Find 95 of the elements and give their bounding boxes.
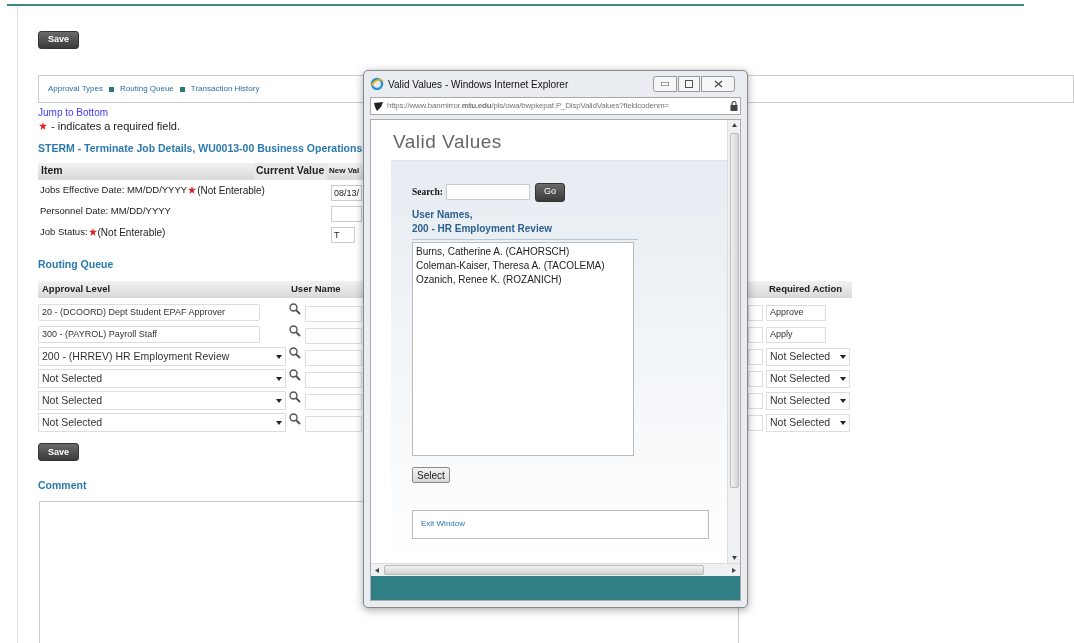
caret-icon [276,354,282,359]
list-caption: User Names, [412,207,474,222]
search-icon[interactable] [289,303,301,315]
input-field[interactable] [748,348,763,365]
browser-logo-icon [370,77,384,91]
approval-level-select[interactable]: Not Selected [38,369,286,388]
item-label: Jobs Effective Date: MM/DD/YYYY [40,183,188,198]
column-header: New Val [328,165,361,178]
column-header: User Name [287,280,364,298]
item-note: (Not Enterable) [97,225,166,240]
approval-level-select[interactable]: 200 - (HRREV) HR Employment Review [38,347,286,366]
caret-icon [276,376,282,381]
input-field[interactable] [748,326,763,343]
close-icon [713,80,723,88]
required-icon [39,122,47,130]
input-field[interactable] [748,392,763,409]
input-field[interactable]: 08/13/ [331,185,362,202]
user-name-field[interactable] [305,372,362,388]
url-text: https://www.banmirror.mtu.edu/pls/owa/bwpkepaf.P_DispValidValues?fieldcodenm= [387,100,670,112]
select-button[interactable]: Select [412,466,450,483]
required-action-field[interactable]: Approve [766,304,826,321]
separator-icon [179,86,185,92]
close-button[interactable] [701,76,735,92]
scroll-down-icon[interactable] [731,556,737,560]
user-option[interactable]: Ozanich, Renee K. (ROZANICH) [416,272,630,287]
vertical-scrollbar[interactable] [727,120,740,563]
item-label: Personnel Date: MM/DD/YYYY [40,204,171,219]
required-action-select[interactable]: Not Selected [766,347,850,366]
search-icon[interactable] [289,325,301,337]
required-note: - indicates a required field. [51,119,180,133]
input-field[interactable] [748,370,763,387]
list-caption: 200 - HR Employment Review [412,221,554,236]
caret-icon [840,420,846,425]
column-header: Item [40,163,64,179]
save-button[interactable]: Save [38,30,80,49]
required-action-select[interactable]: Not Selected [766,369,850,388]
scroll-up-icon[interactable] [731,123,737,127]
scroll-right-icon[interactable] [732,567,736,573]
lock-icon [730,101,738,111]
separator-icon [109,86,114,92]
input-field[interactable] [748,414,763,431]
search-icon[interactable] [289,347,301,359]
approval-level-select[interactable]: Not Selected [38,413,286,432]
search-icon[interactable] [289,369,301,381]
go-button[interactable]: Go [534,182,565,202]
minimize-icon [661,82,669,86]
user-name-field[interactable] [305,416,362,432]
caret-icon [276,398,282,403]
user-option[interactable]: Coleman-Kaiser, Theresa A. (TACOLEMA) [416,258,630,273]
search-icon[interactable] [289,413,301,425]
input-field[interactable]: T [331,227,355,244]
approval-level-select[interactable]: Not Selected [38,391,286,410]
window-title: Valid Values - Windows Internet Explorer [388,77,569,92]
section-heading: Comment [38,477,87,493]
item-label: Job Status: [40,225,88,240]
nav-link[interactable]: Transaction History [190,83,260,95]
required-action-field[interactable]: Apply [766,326,826,343]
horizontal-scrollbar[interactable] [371,563,740,576]
user-name-field[interactable] [305,350,362,366]
caret-icon [840,376,846,381]
maximize-button[interactable] [678,76,700,92]
user-name-field[interactable] [305,394,362,410]
page-title: STERM - Terminate Job Details, WU0013-00 Business Operations [38,141,363,156]
popup-heading: Valid Values [392,130,503,154]
input-field[interactable] [748,304,763,321]
exit-window-link[interactable]: Exit Window [421,518,465,530]
required-action-select[interactable]: Not Selected [766,391,850,410]
item-note: (Not Enterable) [197,183,265,198]
required-action-select[interactable]: Not Selected [766,413,850,432]
search-icon[interactable] [289,391,301,403]
address-bar[interactable]: https://www.banmirror.mtu.edu/pls/owa/bwpkepaf.P_DispValidValues?fieldcodenm= [370,97,741,115]
user-name-field[interactable] [305,306,362,322]
scroll-thumb[interactable] [729,133,739,488]
input-field[interactable] [331,206,362,223]
save-button[interactable]: Save [38,443,80,462]
search-label: Search: [412,185,443,199]
caret-icon [276,420,282,425]
caret-icon [840,354,846,359]
shield-icon [373,100,384,112]
scroll-thumb[interactable] [384,565,704,575]
user-option[interactable]: Burns, Catherine A. (CAHORSCH) [416,244,630,259]
user-name-field[interactable] [305,328,362,344]
column-header: Required Action [766,280,852,298]
caret-icon [840,398,846,403]
search-field[interactable] [445,184,530,200]
nav-link[interactable]: Approval Types [48,83,103,95]
approval-level-field[interactable]: 300 - (PAYROL) Payroll Staff [38,326,260,343]
maximize-icon [685,80,693,88]
section-heading: Routing Queue [38,256,114,272]
column-header: Current Value [254,162,327,180]
column-header: Approval Level [38,280,287,298]
user-list[interactable]: Burns, Catherine A. (CAHORSCH) Coleman-Kaiser, Theresa A. (TACOLEMA) Ozanich, Renee K. (ROZANICH) [412,241,634,456]
scroll-left-icon[interactable] [375,567,379,573]
approval-level-field[interactable]: 20 - (DCOORD) Dept Student EPAF Approver [38,304,260,321]
nav-link[interactable]: Routing Queue [120,83,174,95]
